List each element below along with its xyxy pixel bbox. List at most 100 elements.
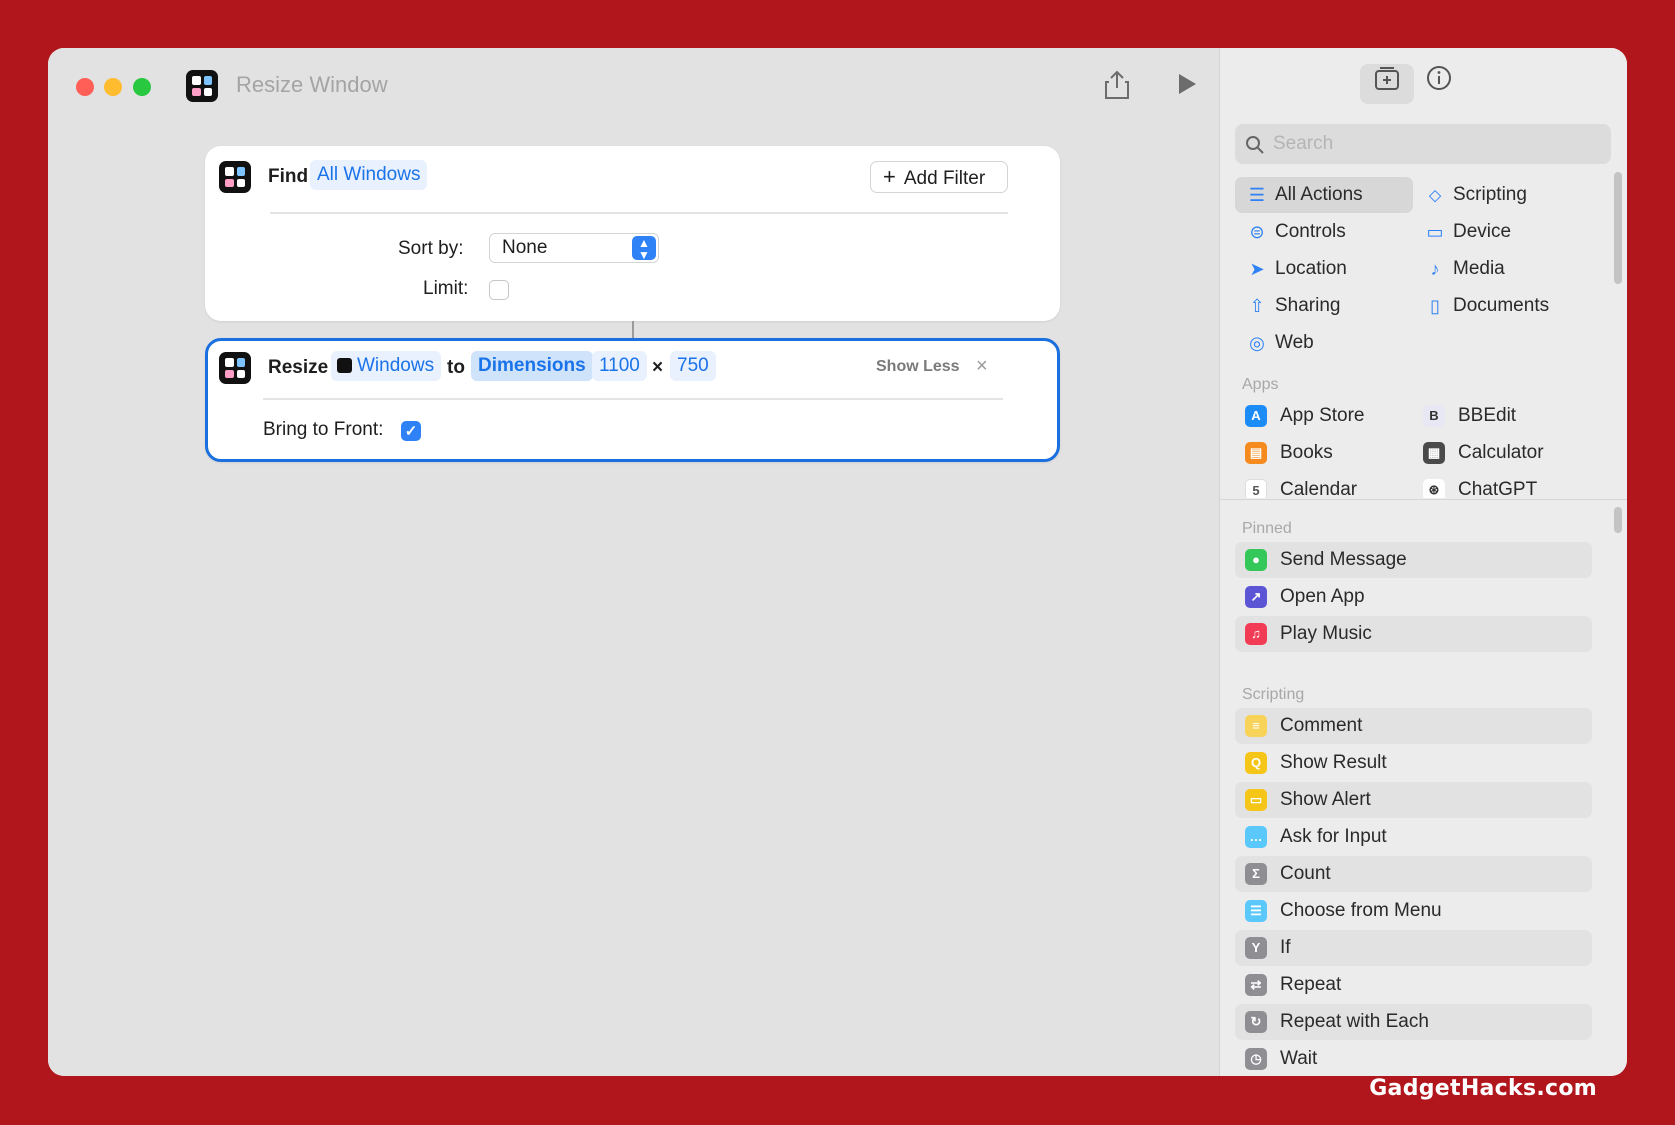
- run-play-icon[interactable]: [1176, 72, 1198, 103]
- repeat-each-icon: ↻: [1245, 1011, 1267, 1033]
- input-bubble-icon: …: [1245, 826, 1267, 848]
- category-media[interactable]: ♪ Media: [1413, 251, 1591, 287]
- sort-by-popup[interactable]: None ▲ ▼: [489, 233, 659, 263]
- action-count[interactable]: Σ Count: [1235, 856, 1592, 892]
- share-icon[interactable]: [1104, 70, 1130, 107]
- category-label: All Actions: [1275, 184, 1363, 205]
- action-ask-for-input[interactable]: … Ask for Input: [1235, 819, 1592, 855]
- show-less-button[interactable]: Show Less: [876, 358, 960, 376]
- chevron-updown-icon: ▲ ▼: [632, 236, 656, 261]
- bring-to-front-label: Bring to Front:: [263, 419, 384, 440]
- search-field[interactable]: Search: [1235, 124, 1611, 164]
- sigma-icon: Σ: [1245, 863, 1267, 885]
- action-connector: [632, 321, 634, 338]
- action-choose-from-menu[interactable]: ☰ Choose from Menu: [1235, 893, 1592, 929]
- category-label: Documents: [1453, 295, 1550, 316]
- minimize-window-button[interactable]: [104, 78, 122, 96]
- action-show-result[interactable]: Q Show Result: [1235, 745, 1592, 781]
- find-windows-action[interactable]: Find All Windows + Add Filter Sort by: No…: [205, 146, 1060, 321]
- category-sharing[interactable]: ⇧ Sharing: [1235, 288, 1413, 324]
- category-label: Media: [1453, 258, 1505, 279]
- close-icon[interactable]: ×: [976, 355, 988, 378]
- category-controls[interactable]: ⊜ Controls: [1235, 214, 1413, 250]
- music-note-icon: ♪: [1430, 259, 1440, 279]
- list-icon: ☰: [1248, 185, 1266, 205]
- limit-checkbox[interactable]: [489, 280, 509, 300]
- app-label: BBEdit: [1458, 405, 1517, 426]
- action-if[interactable]: Y If: [1235, 930, 1592, 966]
- bbedit-icon: B: [1423, 405, 1445, 427]
- action-label: Repeat with Each: [1280, 1011, 1429, 1032]
- action-wait[interactable]: ◷ Wait: [1235, 1041, 1592, 1076]
- action-label: If: [1280, 937, 1291, 958]
- bring-to-front-checkbox[interactable]: ✓: [401, 421, 421, 441]
- info-icon[interactable]: [1412, 64, 1466, 104]
- action-comment[interactable]: ≡ Comment: [1235, 708, 1592, 744]
- zoom-window-button[interactable]: [133, 78, 151, 96]
- calendar-icon: 5: [1245, 479, 1267, 498]
- scripting-icon: ⬦: [1428, 185, 1442, 205]
- actions-scrollbar[interactable]: [1614, 507, 1622, 533]
- category-scripting[interactable]: ⬦ Scripting: [1413, 177, 1591, 213]
- action-label: Repeat: [1280, 974, 1342, 995]
- app-bbedit[interactable]: B BBEdit: [1398, 398, 1516, 434]
- all-windows-token[interactable]: All Windows: [310, 160, 428, 190]
- message-bubble-icon: ●: [1245, 549, 1267, 571]
- action-show-alert[interactable]: ▭ Show Alert: [1235, 782, 1592, 818]
- action-send-message[interactable]: ● Send Message: [1235, 542, 1592, 578]
- chatgpt-icon: ⊛: [1423, 479, 1445, 498]
- action-label: Show Alert: [1280, 789, 1371, 810]
- resize-window-action[interactable]: Resize Windows to Dimensions 1100 × 750 …: [205, 338, 1060, 462]
- app-store-icon: A: [1245, 405, 1267, 427]
- comment-lines-icon: ≡: [1245, 715, 1267, 737]
- category-label: Sharing: [1275, 295, 1341, 316]
- menu-icon: ☰: [1245, 900, 1267, 922]
- dimensions-token[interactable]: Dimensions: [471, 351, 593, 381]
- action-open-app[interactable]: ↗ Open App: [1235, 579, 1592, 615]
- category-web[interactable]: ◎ Web: [1235, 325, 1413, 361]
- shortcut-icon[interactable]: [186, 70, 218, 102]
- category-location[interactable]: ➤ Location: [1235, 251, 1413, 287]
- windows-variable-label: Windows: [357, 355, 435, 376]
- category-documents[interactable]: ▯ Documents: [1413, 288, 1591, 324]
- plus-icon: +: [883, 164, 896, 189]
- categories-scrollbar[interactable]: [1614, 172, 1622, 284]
- action-label: Play Music: [1280, 623, 1372, 644]
- app-calendar[interactable]: 5 Calendar: [1220, 472, 1357, 498]
- app-app-store[interactable]: A App Store: [1220, 398, 1365, 434]
- shortcuts-window: Resize Window Find All Windows + Add Filt…: [48, 48, 1627, 1076]
- app-chatgpt[interactable]: ⊛ ChatGPT: [1398, 472, 1537, 498]
- window-title[interactable]: Resize Window: [236, 72, 388, 98]
- category-label: Web: [1275, 332, 1314, 353]
- card-divider: [263, 398, 1003, 400]
- action-repeat-with-each[interactable]: ↻ Repeat with Each: [1235, 1004, 1592, 1040]
- limit-label: Limit:: [423, 278, 469, 299]
- add-filter-button[interactable]: + Add Filter: [870, 161, 1008, 193]
- app-calculator[interactable]: ▦ Calculator: [1398, 435, 1544, 471]
- windows-variable-token[interactable]: Windows: [331, 351, 442, 381]
- resize-label: Resize: [268, 357, 329, 378]
- action-library-icon[interactable]: [1360, 64, 1414, 104]
- category-label: Controls: [1275, 221, 1346, 242]
- action-label: Show Result: [1280, 752, 1387, 773]
- height-value-token[interactable]: 750: [670, 351, 716, 381]
- actions-library: Search ☰ All Actions ⬦ Scripting ⊜ Controls…: [1219, 48, 1627, 1076]
- action-play-music[interactable]: ♫ Play Music: [1235, 616, 1592, 652]
- category-all-actions[interactable]: ☰ All Actions: [1235, 177, 1413, 213]
- compass-icon: ◎: [1249, 333, 1265, 353]
- repeat-icon: ⇄: [1245, 974, 1267, 996]
- clock-icon: ◷: [1245, 1048, 1267, 1070]
- action-label: Wait: [1280, 1048, 1318, 1069]
- branch-icon: Y: [1245, 937, 1267, 959]
- category-label: Scripting: [1453, 184, 1527, 205]
- search-placeholder: Search: [1273, 133, 1334, 154]
- add-filter-label: Add Filter: [903, 168, 986, 189]
- category-device[interactable]: ▭ Device: [1413, 214, 1591, 250]
- close-window-button[interactable]: [76, 78, 94, 96]
- width-value-token[interactable]: 1100: [592, 351, 647, 381]
- app-label: Calendar: [1280, 479, 1358, 498]
- app-books[interactable]: ▤ Books: [1220, 435, 1333, 471]
- location-arrow-icon: ➤: [1249, 259, 1265, 279]
- action-repeat[interactable]: ⇄ Repeat: [1235, 967, 1592, 1003]
- pinned-section-header: Pinned: [1242, 520, 1292, 537]
